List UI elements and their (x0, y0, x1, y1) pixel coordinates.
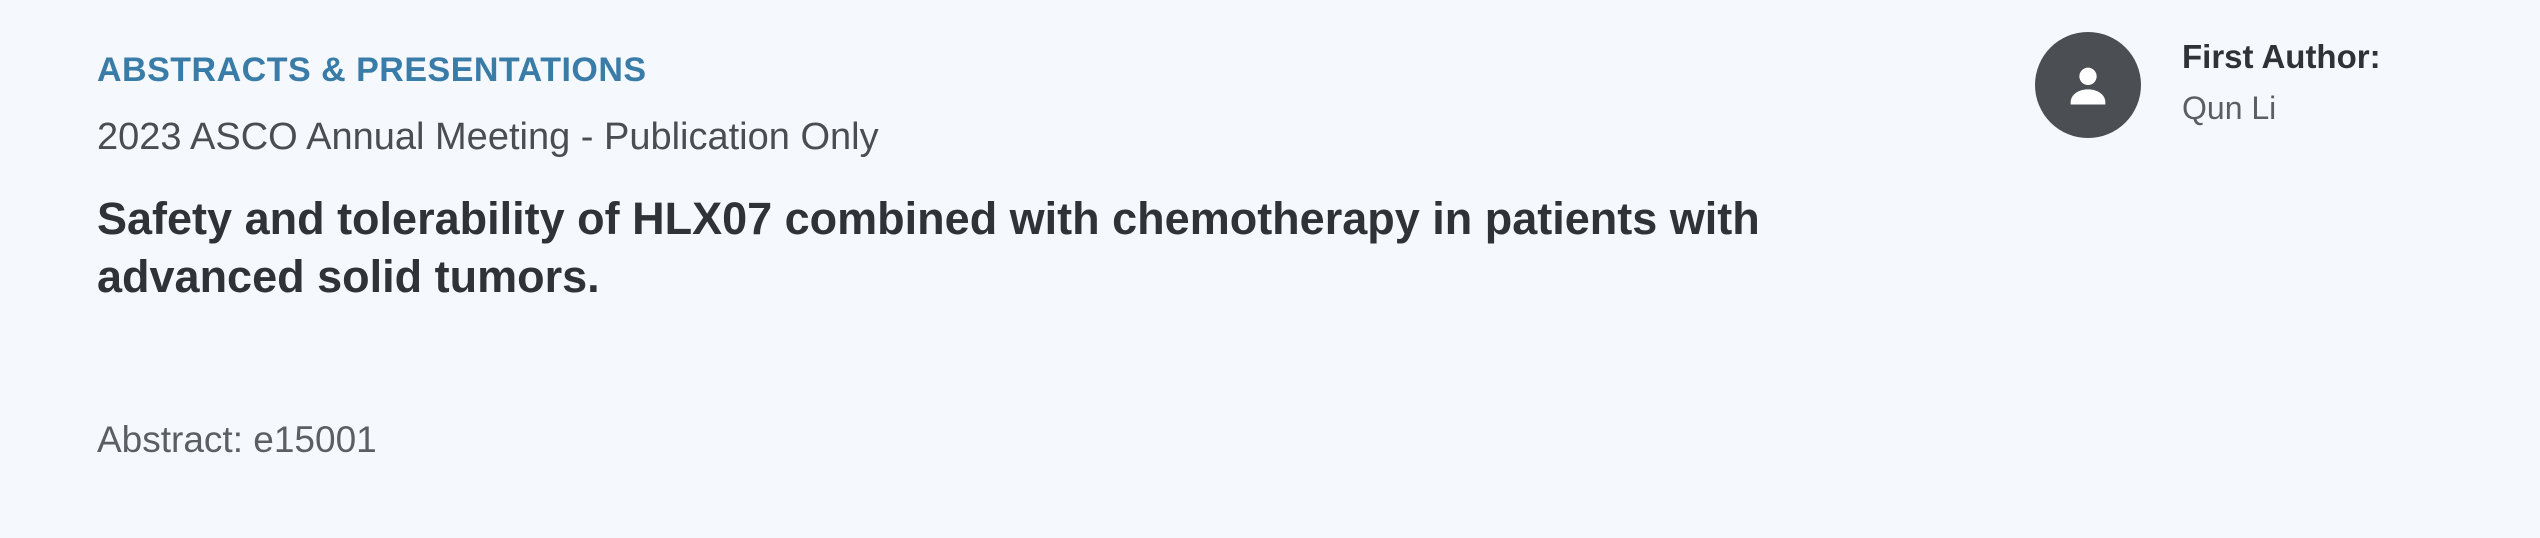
first-author-label: First Author: (2182, 38, 2381, 75)
abstract-card: ABSTRACTS & PRESENTATIONS 2023 ASCO Annu… (0, 0, 2540, 538)
first-author-block: First Author: Qun Li (2035, 32, 2515, 142)
meeting-name: 2023 ASCO Annual Meeting - Publication O… (97, 116, 879, 158)
abstract-title[interactable]: Safety and tolerability of HLX07 combine… (97, 190, 1897, 306)
category-link[interactable]: ABSTRACTS & PRESENTATIONS (97, 48, 1917, 92)
abstract-number: Abstract: e15001 (97, 419, 377, 460)
person-icon (2070, 67, 2106, 105)
avatar[interactable] (2035, 32, 2141, 138)
first-author-name[interactable]: Qun Li (2182, 87, 2276, 129)
card-main: ABSTRACTS & PRESENTATIONS 2023 ASCO Annu… (97, 48, 1917, 306)
